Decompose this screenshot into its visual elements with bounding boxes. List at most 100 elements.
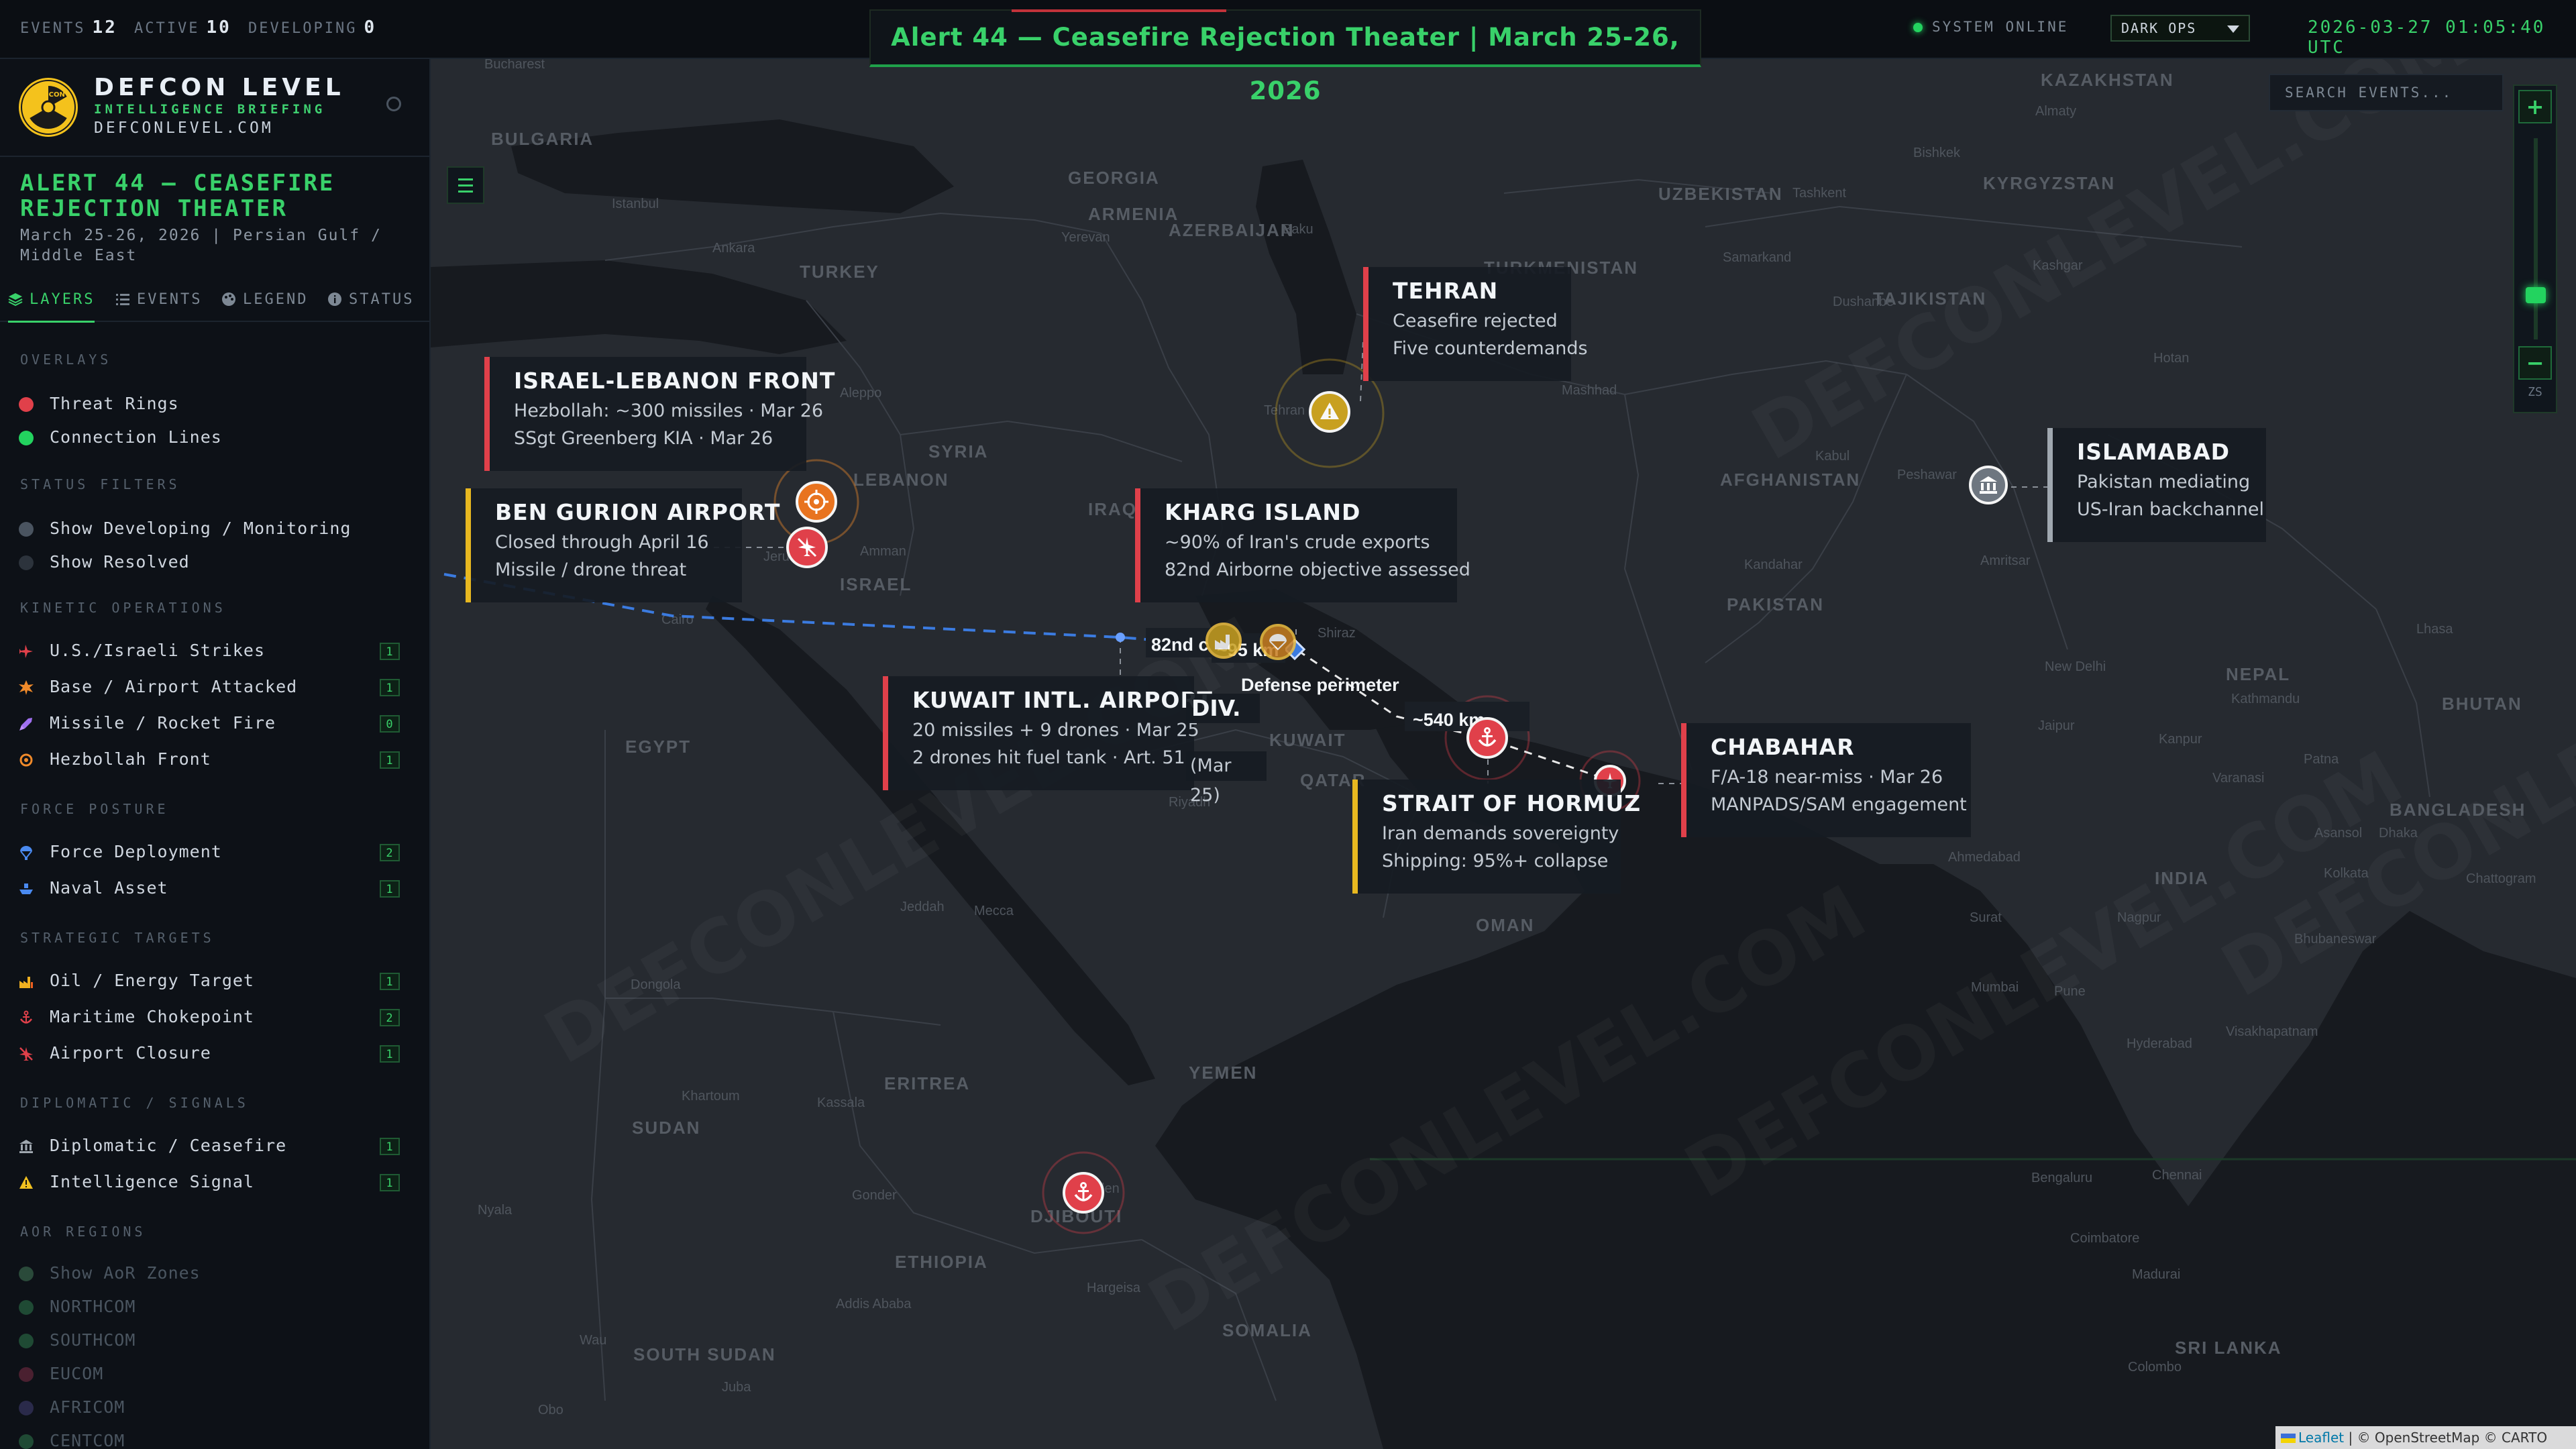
islamabad-marker[interactable] <box>1969 466 2008 504</box>
layer-hezbollah[interactable]: Hezbollah Front 1 <box>19 746 408 773</box>
tab-events[interactable]: EVENTS <box>115 291 202 321</box>
toggle-threat-rings[interactable]: Threat Rings <box>19 390 408 417</box>
kharg-force-marker[interactable] <box>1260 624 1296 660</box>
toggle-developing[interactable]: Show Developing / Monitoring <box>19 515 408 542</box>
city-label: Surat <box>1970 910 2002 925</box>
zoom-in-button[interactable]: + <box>2518 90 2552 123</box>
city-label: Hyderabad <box>2127 1036 2192 1051</box>
hamburger-icon <box>458 191 473 193</box>
card-kuwait-airport[interactable]: KUWAIT INTL. AIRPORT 20 missiles + 9 dro… <box>883 676 1212 790</box>
map-label: BHUTAN <box>2442 694 2522 714</box>
radiation-logo-icon: DEF CON <box>19 78 78 137</box>
southcom-dot-icon <box>19 1334 34 1348</box>
layers-icon <box>8 293 23 307</box>
aor-centcom[interactable]: CENTCOM <box>19 1428 408 1449</box>
card-islamabad[interactable]: ISLAMABAD Pakistan mediating US-Iran bac… <box>2047 428 2266 542</box>
city-label: Visakhapatnam <box>2226 1024 2318 1039</box>
events-stat: EVENTS 12 <box>20 17 117 38</box>
hormuz-marker[interactable] <box>1466 717 1508 759</box>
developing-dot-icon <box>19 522 34 537</box>
city-label: Wau <box>580 1333 606 1348</box>
layer-naval-asset[interactable]: Naval Asset 1 <box>19 875 408 902</box>
card-kharg-island[interactable]: KHARG ISLAND ~90% of Iran's crude export… <box>1135 488 1470 602</box>
djibouti-marker[interactable] <box>1063 1172 1104 1214</box>
zoom-track[interactable] <box>2534 138 2538 339</box>
connection-lines-dot-icon <box>19 431 34 445</box>
factory-icon <box>1215 635 1230 649</box>
toggle-connection-lines[interactable]: Connection Lines <box>19 424 408 451</box>
layer-intel-signal[interactable]: Intelligence Signal 1 <box>19 1169 408 1195</box>
city-label: Mashhad <box>1562 383 1617 398</box>
card-tehran[interactable]: TEHRAN Ceasefire rejected Five counterde… <box>1363 267 1588 381</box>
city-label: Colombo <box>2128 1360 2182 1375</box>
aor-africom[interactable]: AFRICOM <box>19 1394 408 1421</box>
city-label: Peshawar <box>1897 468 1957 482</box>
ben-gurion-marker[interactable] <box>786 527 828 568</box>
card-strait-of-hormuz[interactable]: STRAIT OF HORMUZ Iran demands sovereignt… <box>1352 780 1640 894</box>
card-chabahar[interactable]: CHABAHAR F/A-18 near-miss · Mar 26 MANPA… <box>1681 723 1971 837</box>
tehran-marker[interactable] <box>1309 391 1350 433</box>
map-label: BANGLADESH <box>2390 800 2526 820</box>
city-label: Chattogram <box>2466 871 2536 886</box>
leaflet-link[interactable]: Leaflet <box>2298 1430 2344 1446</box>
title-accent <box>1012 9 1226 12</box>
overlap-fragment-div: DIV. <box>1186 694 1260 723</box>
card-israel-lebanon[interactable]: ISRAEL-LEBANON FRONT Hezbollah: ~300 mis… <box>484 357 835 471</box>
anchor-icon <box>1478 727 1497 747</box>
city-label: Bucharest <box>484 59 545 72</box>
card-ben-gurion[interactable]: BEN GURION AIRPORT Closed through April … <box>466 488 780 602</box>
layer-oil-energy[interactable]: Oil / Energy Target 1 <box>19 967 408 994</box>
tab-status[interactable]: STATUS <box>327 291 414 321</box>
city-label: Ahmedabad <box>1948 850 2021 865</box>
map-label: IRAQ <box>1088 499 1137 519</box>
tab-legend[interactable]: LEGEND <box>221 291 308 321</box>
city-label: Ankara <box>712 241 755 256</box>
aor-southcom[interactable]: SOUTHCOM <box>19 1327 408 1354</box>
tab-layers[interactable]: LAYERS <box>8 291 95 323</box>
search-input[interactable] <box>2269 74 2504 111</box>
layer-diplomatic[interactable]: Diplomatic / Ceasefire 1 <box>19 1132 408 1159</box>
rocket-icon <box>19 718 32 731</box>
plane-slash-icon <box>797 537 817 557</box>
city-label: Obo <box>538 1403 564 1417</box>
zoom-slider-handle[interactable] <box>2526 287 2546 303</box>
city-label: Istanbul <box>612 197 659 211</box>
layer-maritime-chokepoint[interactable]: Maritime Chokepoint 2 <box>19 1004 408 1030</box>
city-label: Jeddah <box>900 900 945 914</box>
map-label: SOUTH SUDAN <box>633 1344 776 1364</box>
alert-title-banner: Alert 44 — Ceasefire Rejection Theater |… <box>869 9 1701 105</box>
overlap-fragment-date: (Mar 25) <box>1186 751 1267 806</box>
sidebar-tabs: LAYERS EVENTS LEGEND STATUS <box>0 284 429 323</box>
city-label: New Delhi <box>2045 659 2106 674</box>
city-label: Kolkata <box>2324 866 2369 881</box>
layer-missile-fire[interactable]: Missile / Rocket Fire 0 <box>19 710 408 737</box>
map-menu-button[interactable] <box>447 166 484 204</box>
aor-eucom[interactable]: EUCOM <box>19 1360 408 1387</box>
layer-airport-closure[interactable]: Airport Closure 1 <box>19 1040 408 1067</box>
map-view[interactable]: DEFCONLEVEL.COM DEFCONLEVEL.COM DEFCONLE… <box>431 59 2576 1449</box>
layer-force-deployment[interactable]: Force Deployment 2 <box>19 839 408 865</box>
anchor-icon <box>19 1010 33 1024</box>
layer-strikes[interactable]: U.S./Israeli Strikes 1 <box>19 637 408 664</box>
sidebar: DEF CON DEFCON LEVEL INTELLIGENCE BRIEFI… <box>0 59 431 1449</box>
hezbollah-marker[interactable] <box>796 481 837 523</box>
map-label: LEBANON <box>853 470 949 490</box>
hamburger-icon <box>458 178 473 180</box>
city-label: Madurai <box>2132 1267 2180 1282</box>
city-label: Aleppo <box>840 386 881 400</box>
aor-northcom[interactable]: NORTHCOM <box>19 1293 408 1320</box>
theme-select[interactable]: DARK OPS <box>2110 15 2250 42</box>
system-status: SYSTEM ONLINE <box>1913 19 2068 35</box>
kharg-marker[interactable] <box>1205 623 1242 659</box>
toggle-resolved[interactable]: Show Resolved <box>19 549 408 576</box>
map-label: AZERBAIJAN <box>1169 220 1295 240</box>
layer-base-attacked[interactable]: Base / Airport Attacked 1 <box>19 674 408 700</box>
city-label: Asansol <box>2314 826 2362 841</box>
brand-url[interactable]: DEFCONLEVEL.COM <box>94 119 274 137</box>
map-label: ETHIOPIA <box>895 1252 988 1272</box>
settings-icon[interactable] <box>386 97 401 111</box>
toggle-aor-zones[interactable]: Show AoR Zones <box>19 1260 408 1287</box>
city-label: Kandahar <box>1744 557 1803 572</box>
city-label: Amman <box>860 544 906 559</box>
zoom-out-button[interactable]: − <box>2518 346 2552 380</box>
